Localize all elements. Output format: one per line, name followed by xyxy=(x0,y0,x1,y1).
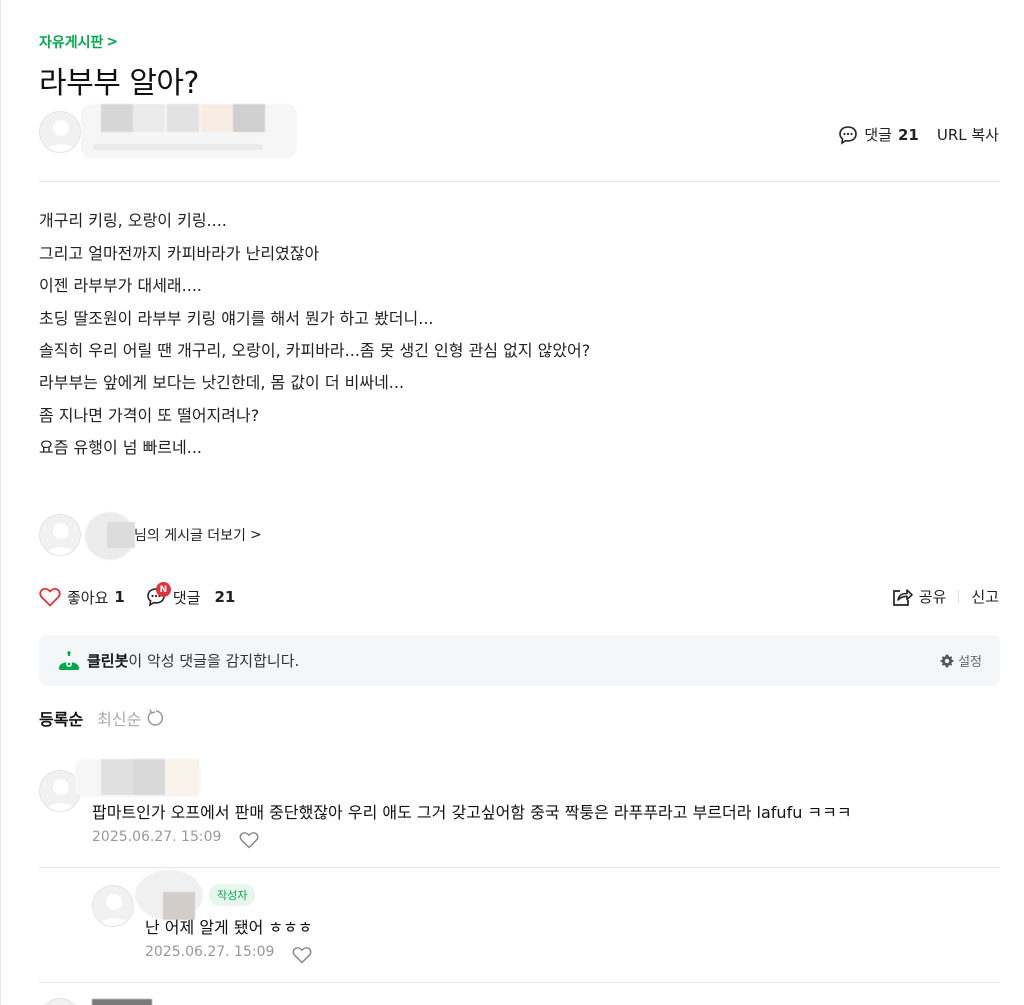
speech-bubble-icon xyxy=(839,125,858,145)
comment-date: 2025.06.27. 15:09 xyxy=(145,944,275,960)
post-actions: 좋아요 1 N 댓글 21 xyxy=(39,582,255,608)
avatar-placeholder-icon xyxy=(93,886,133,926)
sort-latest-label: 최신순 xyxy=(97,710,142,729)
breadcrumb[interactable]: 자유게시판 > xyxy=(39,32,118,52)
divider xyxy=(958,590,960,603)
comment-text: 난 어제 알게 됐어 ㅎㅎㅎ xyxy=(145,918,313,937)
breadcrumb-label[interactable]: 자유게시판 xyxy=(39,32,103,52)
avatar-placeholder-icon xyxy=(40,515,80,555)
share-button[interactable]: 공유 xyxy=(891,586,947,607)
chevron-right-icon: > xyxy=(106,34,119,50)
refresh-icon[interactable] xyxy=(145,708,165,728)
like-count: 1 xyxy=(114,588,125,606)
like-button[interactable]: 좋아요 1 xyxy=(39,587,125,608)
post-body-line: 라부부는 앞에게 보다는 낫긴한데, 몸 값이 더 비싸네... xyxy=(39,373,405,392)
comment-date: 2025.06.27. 15:09 xyxy=(92,829,222,845)
comment-like-heart-icon[interactable] xyxy=(292,946,312,964)
post-body-line: 좀 지나면 가격이 또 떨어지려나? xyxy=(39,406,260,425)
commenter-name-redacted xyxy=(75,759,201,797)
url-copy-button[interactable]: URL 복사 xyxy=(937,124,999,145)
like-label: 좋아요 xyxy=(67,588,109,607)
author-name-redacted xyxy=(81,104,297,158)
avatar-placeholder-icon xyxy=(40,112,80,152)
new-comment-badge: N xyxy=(155,582,171,597)
post-actions-right: 공유 신고 xyxy=(891,586,999,607)
author-badge: 작성자 xyxy=(209,884,256,906)
page-title: 라부부 알아? xyxy=(39,66,199,101)
comment-count: 21 xyxy=(897,125,919,144)
post-body-line: 이젠 라부부가 대세래.... xyxy=(39,276,202,295)
more-posts-label: 님의 게시글 더보기 xyxy=(134,528,246,544)
reply-avatar[interactable] xyxy=(92,885,134,927)
comment-count: 21 xyxy=(214,588,236,606)
post-body-line: 개구리 키링, 오랑이 키링.... xyxy=(39,211,227,230)
comment-label: 댓글 xyxy=(864,126,892,144)
comment-avatar[interactable] xyxy=(39,998,81,1005)
author-avatar-small[interactable] xyxy=(39,514,81,556)
share-icon xyxy=(892,588,913,606)
heart-icon xyxy=(39,587,61,607)
comment-count-link[interactable]: 댓글 21 xyxy=(838,124,919,145)
post-page: 자유게시판 > 라부부 알아? 댓글 21 URL 복사 개구리 키링, 오랑이… xyxy=(0,0,1024,1005)
report-button[interactable]: 신고 xyxy=(971,586,999,607)
cleanbot-name: 클린봇 xyxy=(87,652,129,670)
comment-divider xyxy=(39,982,1000,983)
chevron-right-icon: > xyxy=(249,527,262,543)
cleanbot-message: 이 악성 댓글을 감지합니다. xyxy=(128,652,300,670)
cleanbot-notice: 클린봇 이 악성 댓글을 감지합니다. 설정 xyxy=(39,635,1000,686)
comment-text: 팝마트인가 오프에서 판매 중단했잖아 우리 애도 그거 갖고싶어함 중국 짝퉁… xyxy=(92,803,852,822)
author-avatar[interactable] xyxy=(39,111,81,153)
comment-divider xyxy=(39,867,1000,868)
header-divider xyxy=(39,181,1000,182)
comment-button[interactable]: N 댓글 21 xyxy=(145,582,236,608)
cleanbot-icon xyxy=(59,650,79,670)
post-body-line: 솔직히 우리 어릴 땐 개구리, 오랑이, 카피바라...좀 못 생긴 인형 관… xyxy=(39,341,591,360)
post-body-line: 그리고 얼마전까지 카피바라가 난리였잖아 xyxy=(39,244,320,263)
comment-like-heart-icon[interactable] xyxy=(239,831,259,849)
cleanbot-settings-button[interactable]: 설정 xyxy=(940,651,982,670)
post-body-line: 요즘 유행이 넘 빠르네... xyxy=(39,438,202,457)
replier-name-redacted xyxy=(135,870,203,920)
more-posts-link[interactable]: 님의 게시글 더보기 > xyxy=(134,525,262,545)
sort-registered-tab[interactable]: 등록순 xyxy=(39,706,83,730)
comment-label: 댓글 xyxy=(172,588,201,607)
settings-label: 설정 xyxy=(958,655,982,670)
post-meta: 댓글 21 URL 복사 xyxy=(838,124,999,145)
gear-icon xyxy=(940,654,954,667)
sort-latest-tab[interactable]: 최신순 xyxy=(97,706,165,730)
commenter-name-redacted xyxy=(92,999,152,1005)
share-label: 공유 xyxy=(918,588,947,606)
author-name-redacted xyxy=(85,512,135,560)
comment-sort: 등록순 최신순 xyxy=(39,706,165,730)
post-body-line: 초딩 딸조원이 라부부 키링 얘기를 해서 뭔가 하고 봤더니... xyxy=(39,309,434,328)
avatar-placeholder-icon xyxy=(40,999,80,1005)
